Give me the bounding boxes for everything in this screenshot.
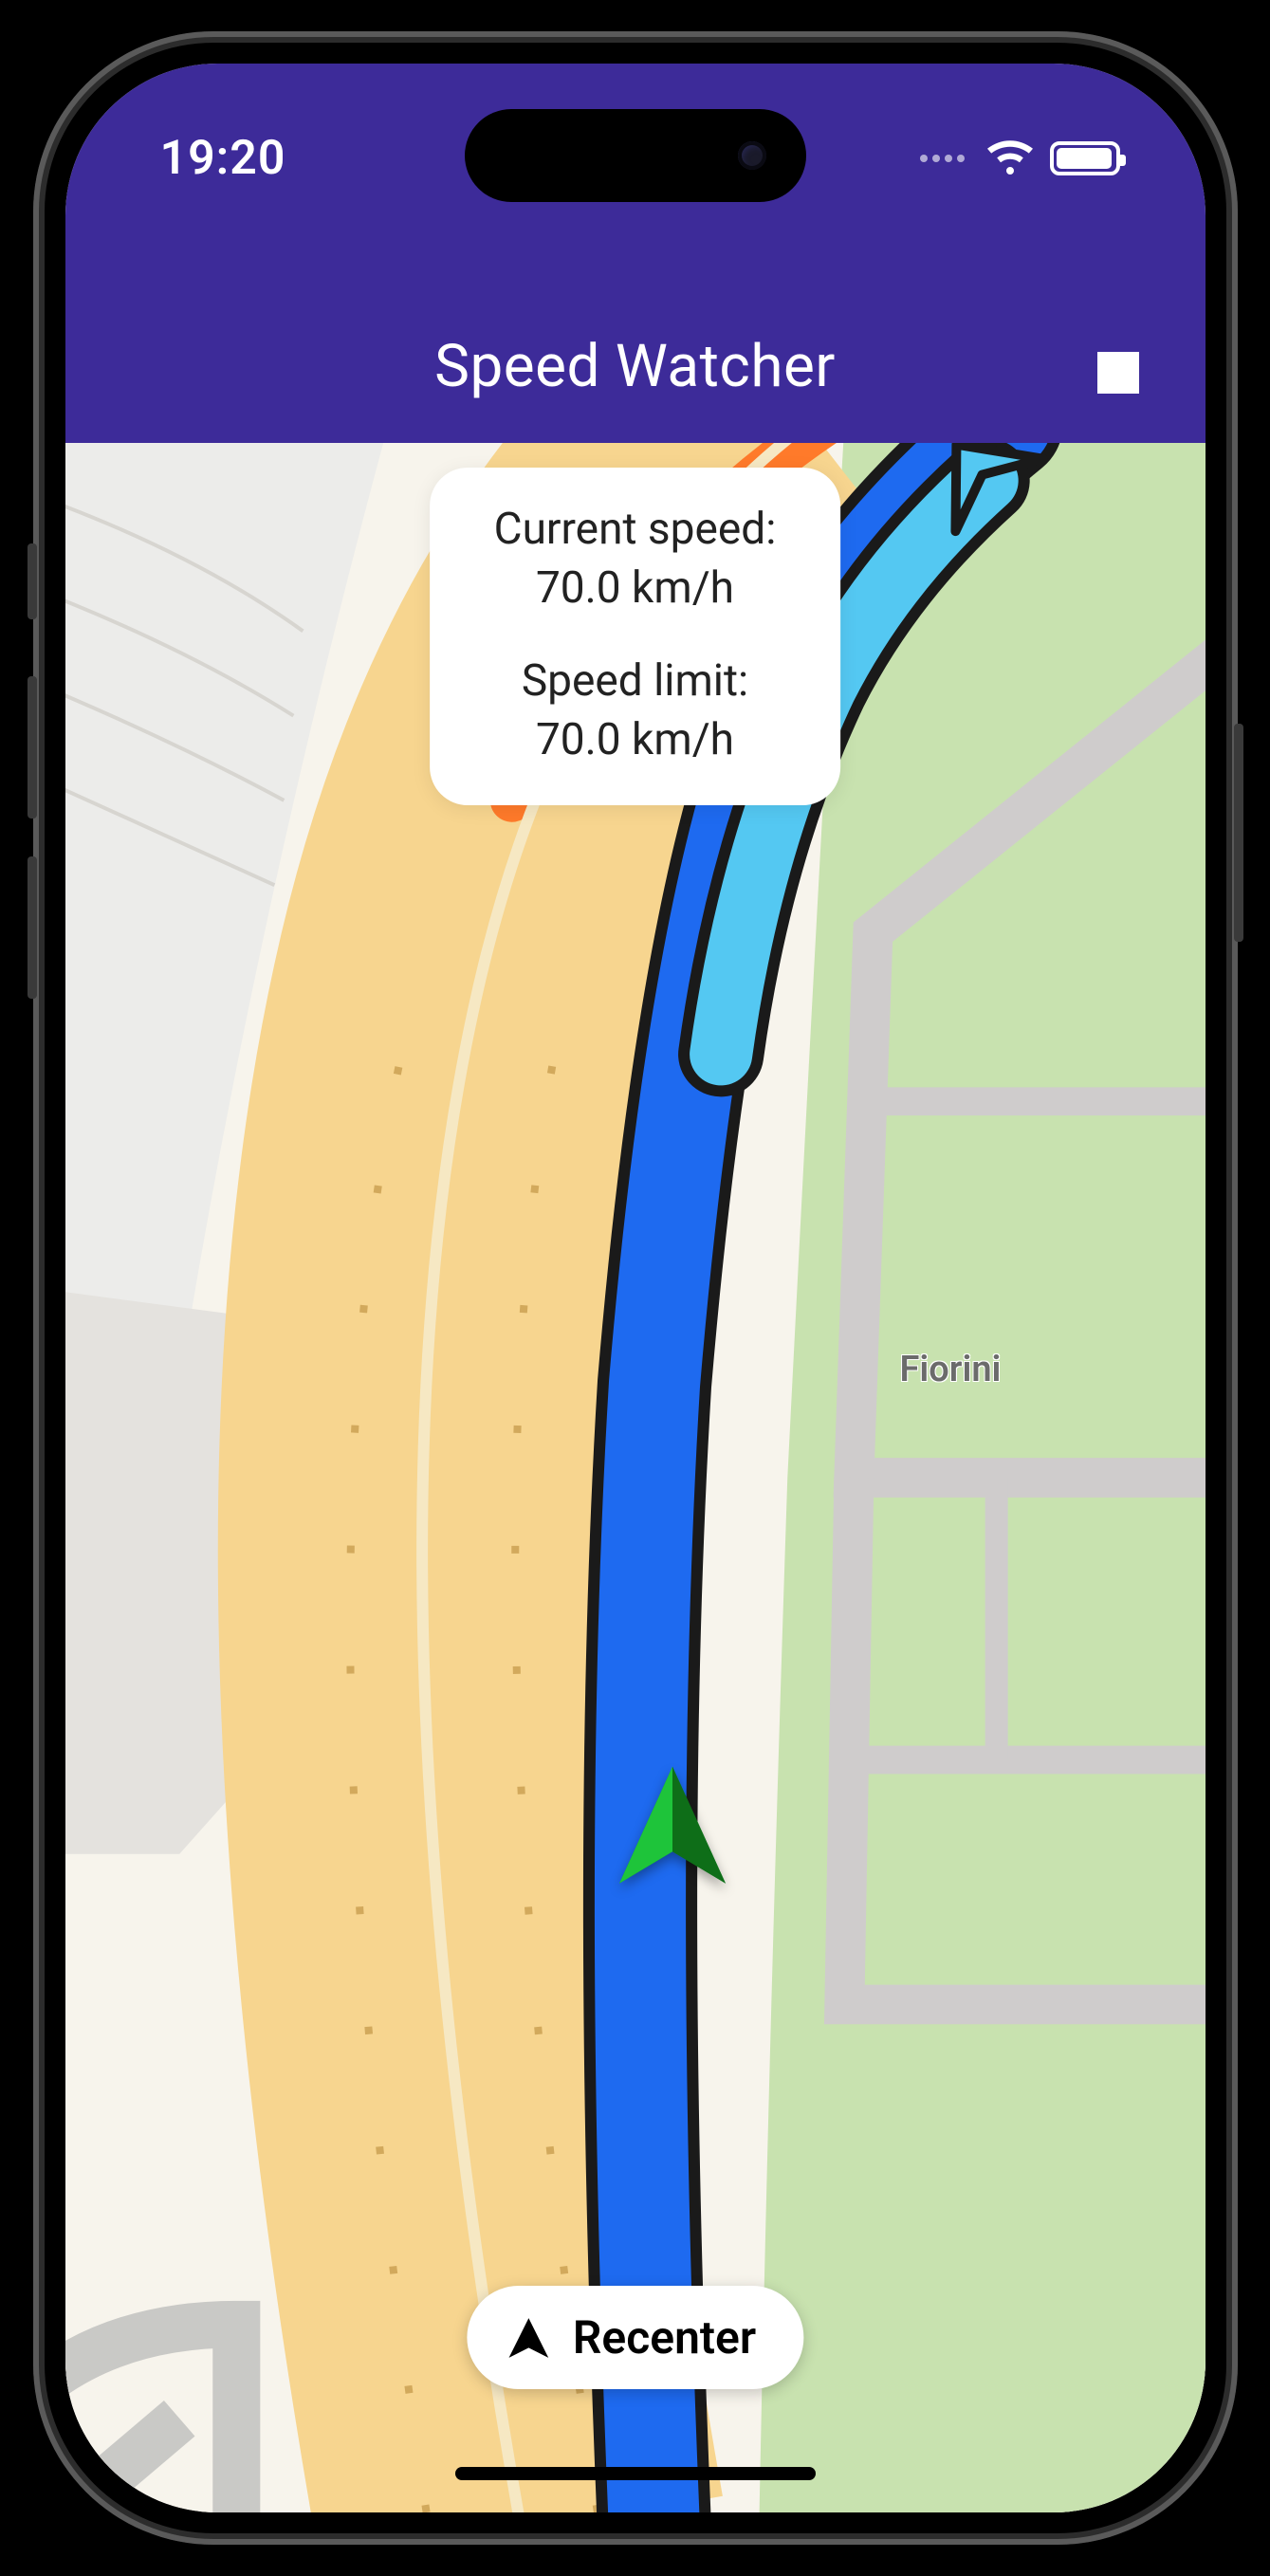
stop-button[interactable] <box>1097 352 1139 394</box>
speed-limit-label: Speed limit: <box>494 655 777 707</box>
side-button <box>28 543 37 619</box>
signal-dots-icon <box>920 155 965 162</box>
speed-limit-value: 70.0 km/h <box>494 714 777 765</box>
side-button <box>1234 724 1243 942</box>
home-indicator[interactable] <box>455 2467 816 2480</box>
recenter-icon <box>505 2314 552 2362</box>
status-right <box>920 136 1120 181</box>
side-button <box>28 856 37 999</box>
current-speed-label: Current speed: <box>494 504 777 555</box>
status-time: 19:20 <box>160 131 286 186</box>
current-speed-value: 70.0 km/h <box>494 562 777 614</box>
battery-icon <box>1050 141 1120 175</box>
speed-panel: Current speed: 70.0 km/h Speed limit: 70… <box>430 468 841 805</box>
screen: 19:20 Speed Watcher <box>65 64 1206 2512</box>
app-title: Speed Watcher <box>434 332 836 401</box>
recenter-label: Recenter <box>573 2310 756 2364</box>
side-button <box>28 676 37 819</box>
location-arrow-icon <box>606 1761 739 1894</box>
dynamic-island <box>465 109 806 202</box>
map-place-label: Fiorini <box>900 1349 1002 1390</box>
map-view[interactable]: Current speed: 70.0 km/h Speed limit: 70… <box>65 443 1206 2512</box>
phone-frame: 19:20 Speed Watcher <box>33 31 1238 2545</box>
recenter-button[interactable]: Recenter <box>467 2286 803 2389</box>
wifi-icon <box>987 136 1033 181</box>
